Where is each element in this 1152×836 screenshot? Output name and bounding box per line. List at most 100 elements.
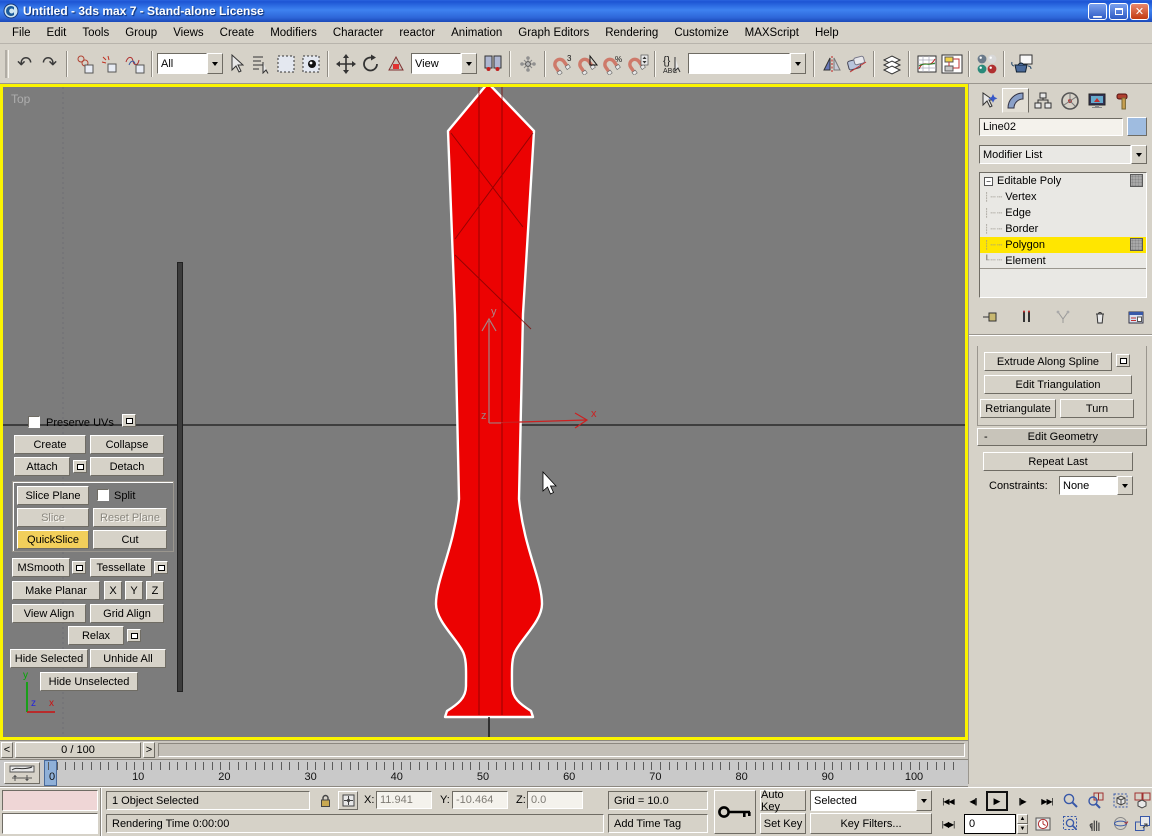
select-and-manipulate-button[interactable] (515, 51, 540, 77)
maxscript-listener-pink[interactable] (2, 790, 98, 811)
menu-customize[interactable]: Customize (666, 24, 736, 42)
constraints-combo[interactable]: None (1059, 476, 1133, 495)
preserve-uvs-settings-button[interactable] (122, 414, 136, 427)
bind-to-space-warp-button[interactable] (122, 51, 147, 77)
tab-create[interactable] (975, 88, 1002, 113)
detach-button[interactable]: Detach (90, 457, 164, 476)
maxscript-listener-white[interactable] (2, 813, 98, 834)
slice-plane-button[interactable]: Slice Plane (17, 486, 89, 505)
menu-edit[interactable]: Edit (39, 24, 75, 42)
grid-align-button[interactable]: Grid Align (90, 604, 164, 623)
extrude-along-spline-button[interactable]: Extrude Along Spline (984, 352, 1112, 371)
align-button[interactable] (844, 51, 869, 77)
window-crossing-button[interactable] (298, 51, 323, 77)
tab-modify[interactable] (1002, 88, 1029, 113)
object-name-field[interactable]: Line02 (979, 118, 1123, 136)
arc-rotate-button[interactable] (1108, 813, 1132, 833)
slice-button[interactable]: Slice (17, 508, 89, 527)
hide-selected-button[interactable]: Hide Selected (10, 649, 88, 668)
menu-views[interactable]: Views (165, 24, 211, 42)
mirror-button[interactable] (819, 51, 844, 77)
zoom-all-button[interactable] (1083, 790, 1107, 810)
current-frame-field[interactable]: 0 (964, 814, 1016, 834)
spinner-snap-toggle-button[interactable] (625, 51, 650, 77)
viewport-top[interactable]: Top y x z y (0, 84, 968, 740)
restore-button[interactable] (1109, 3, 1128, 20)
select-by-name-button[interactable] (248, 51, 273, 77)
constraints-dropdown-button[interactable] (1117, 476, 1133, 495)
tab-motion[interactable] (1056, 88, 1083, 113)
select-and-link-button[interactable] (72, 51, 97, 77)
minimize-button[interactable]: ▁ (1088, 3, 1107, 20)
key-mode-dropdown-button[interactable] (916, 790, 932, 811)
menu-help[interactable]: Help (807, 24, 847, 42)
stack-row-border[interactable]: ┊┄┄Border (980, 221, 1146, 237)
show-end-result-button[interactable] (1016, 307, 1038, 327)
auto-key-button[interactable]: Auto Key (760, 790, 806, 811)
reference-coordsys-dropdown-button[interactable] (461, 53, 477, 74)
toolbar-grip[interactable] (5, 50, 9, 78)
angle-snap-toggle-button[interactable] (575, 51, 600, 77)
stack-row-editable-poly[interactable]: − Editable Poly (980, 173, 1146, 189)
edit-triangulation-button[interactable]: Edit Triangulation (984, 375, 1132, 394)
menu-rendering[interactable]: Rendering (597, 24, 666, 42)
previous-frame-button[interactable]: ◀|| (961, 791, 985, 811)
turn-button[interactable]: Turn (1060, 399, 1134, 418)
z-coordinate-field[interactable]: 0.0 (527, 791, 583, 809)
relax-button[interactable]: Relax (68, 626, 124, 645)
attach-button[interactable]: Attach (14, 457, 70, 476)
set-key-button[interactable]: Set Key (760, 813, 806, 834)
play-animation-button[interactable]: ▶ (986, 791, 1008, 811)
undo-button[interactable]: ↶ (12, 51, 37, 77)
add-time-tag-field[interactable]: Add Time Tag (608, 814, 708, 833)
select-and-scale-button[interactable] (383, 51, 408, 77)
named-selection-combo[interactable] (688, 53, 806, 74)
set-keys-button[interactable] (714, 790, 756, 834)
stack-row-element[interactable]: ┖┄┄Element (980, 253, 1146, 269)
stack-row-polygon[interactable]: ┊┄┄Polygon (980, 237, 1146, 253)
object-color-swatch[interactable] (1127, 117, 1147, 136)
edit-geometry-rollout-header[interactable]: - Edit Geometry (977, 428, 1147, 446)
min-max-toggle-button[interactable] (1130, 813, 1152, 833)
y-coordinate-field[interactable]: -10.464 (452, 791, 508, 809)
track-bar[interactable]: 0102030405060708090100 (0, 759, 968, 787)
select-object-button[interactable] (223, 51, 248, 77)
collapse-box-icon[interactable]: − (984, 177, 993, 186)
key-mode-toggle-button[interactable]: |◀▶| (936, 814, 960, 834)
stack-row-edge[interactable]: ┊┄┄Edge (980, 205, 1146, 221)
use-pivot-point-button[interactable] (480, 51, 505, 77)
unhide-all-button[interactable]: Unhide All (90, 649, 166, 668)
menu-group[interactable]: Group (117, 24, 165, 42)
preserve-uvs-checkbox[interactable] (28, 416, 40, 428)
curve-editor-button[interactable] (914, 51, 939, 77)
open-mini-curve-editor-button[interactable] (4, 762, 40, 784)
tab-display[interactable] (1083, 88, 1110, 113)
make-planar-z-button[interactable]: Z (146, 581, 164, 600)
named-selection-dropdown-button[interactable] (790, 53, 806, 74)
menu-modifiers[interactable]: Modifiers (262, 24, 325, 42)
menu-animation[interactable]: Animation (443, 24, 510, 42)
msmooth-button[interactable]: MSmooth (12, 558, 70, 577)
quickslice-button[interactable]: QuickSlice (17, 530, 89, 549)
panel-scrollbar[interactable] (177, 262, 183, 692)
key-mode-combo[interactable]: Selected (810, 790, 932, 811)
menu-tools[interactable]: Tools (74, 24, 117, 42)
time-slider-track[interactable] (158, 743, 965, 757)
go-to-start-button[interactable]: |◀◀ (936, 791, 960, 811)
time-slider-prev-button[interactable]: < (1, 742, 13, 758)
selection-filter-dropdown-button[interactable] (207, 53, 223, 74)
tessellate-button[interactable]: Tessellate (90, 558, 152, 577)
zoom-extents-all-button[interactable] (1130, 790, 1152, 810)
trackbar-ruler[interactable]: 0102030405060708090100 (42, 760, 966, 786)
configure-modifier-sets-button[interactable] (1125, 307, 1147, 327)
modifier-list-dropdown-button[interactable] (1131, 145, 1147, 164)
menu-create[interactable]: Create (212, 24, 263, 42)
menu-file[interactable]: File (4, 24, 39, 42)
region-zoom-button[interactable] (1058, 813, 1082, 833)
reference-coordsys-combo[interactable]: View (411, 53, 477, 74)
time-slider-handle-button[interactable]: 0 / 100 (15, 742, 141, 758)
selection-filter-combo[interactable]: All (157, 53, 223, 74)
spinner-down-icon[interactable]: ▼ (1017, 824, 1028, 834)
go-to-end-button[interactable]: ▶▶| (1035, 791, 1059, 811)
menu-maxscript[interactable]: MAXScript (737, 24, 807, 42)
